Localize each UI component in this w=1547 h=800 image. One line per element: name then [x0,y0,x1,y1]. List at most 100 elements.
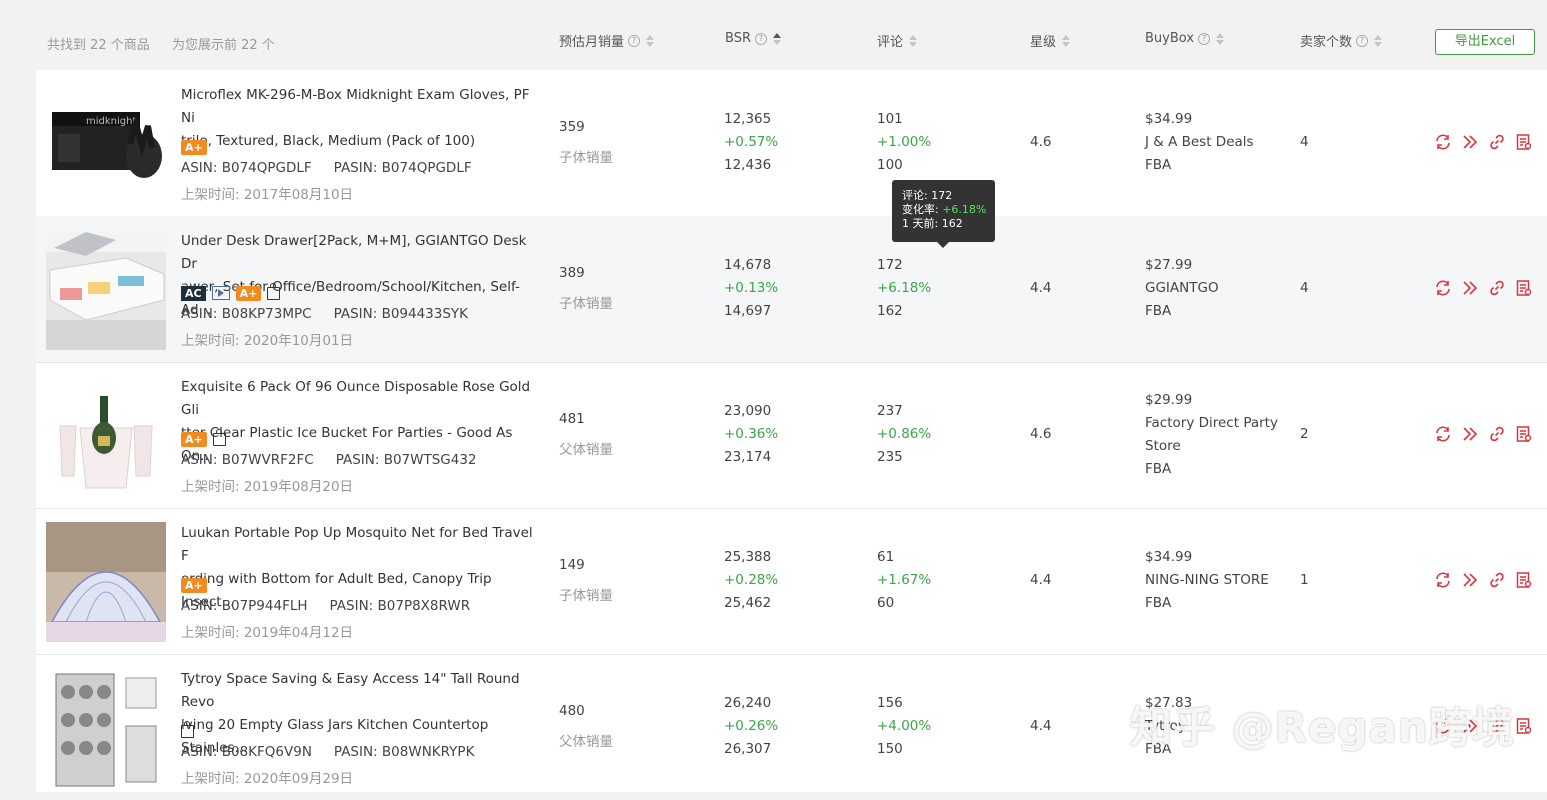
product-table: midknight Microflex MK-296-M-Box Midknig… [36,70,1547,792]
sales-value: 359 [559,119,585,135]
report-icon[interactable] [1515,425,1533,443]
help-icon[interactable]: ? [1356,34,1369,47]
result-summary: 共找到 22 个商品 为您展示前 22 个 [47,34,293,53]
double-chevron-right-icon[interactable] [1461,133,1479,151]
product-title[interactable]: Microflex MK-296-M-Box Midknight Exam Gl… [181,84,541,153]
bsr-change: +0.28% [724,572,779,588]
reviews-value: 61 [877,549,895,565]
badge-group: AC A+ [181,282,286,301]
asin[interactable]: ASIN: B08KFQ6V9N [181,744,312,760]
reviews-cell[interactable]: 237 +0.86% 235 [877,400,931,469]
reviews-value: 172 [877,257,903,273]
badge-group: A+ [181,577,213,593]
reviews-value: 237 [877,403,903,419]
refresh-icon[interactable] [1434,279,1452,297]
bsr-change: +0.57% [724,134,779,150]
reviews-cell[interactable]: 172 +6.18% 162 [877,254,931,323]
buybox-seller[interactable]: NING-NING STORE [1145,569,1269,592]
shopping-bag-icon [267,282,281,300]
link-icon[interactable] [1488,133,1506,151]
reviews-change: +1.00% [877,134,932,150]
report-icon[interactable] [1515,279,1533,297]
sort-icon[interactable] [909,34,918,47]
buybox-seller[interactable]: J & A Best Deals [1145,131,1254,154]
reviews-prev: 235 [877,449,903,465]
buybox-seller-cont: Store [1145,438,1181,454]
table-row: midknight Microflex MK-296-M-Box Midknig… [36,70,1547,217]
double-chevron-right-icon[interactable] [1461,279,1479,297]
pasin[interactable]: PASIN: B074QPGDLF [334,160,472,176]
row-actions [1434,571,1542,589]
pasin[interactable]: PASIN: B07P8X8RWR [330,598,471,614]
asin[interactable]: ASIN: B07P944FLH [181,598,308,614]
header-buybox[interactable]: BuyBox? [1145,31,1225,46]
asin-line: ASIN: B074QPGDLF PASIN: B074QPGDLF [181,160,472,176]
fulfillment: FBA [1145,595,1172,611]
header-label: 评论 [877,35,904,50]
double-chevron-right-icon[interactable] [1461,571,1479,589]
table-row: Luukan Portable Pop Up Mosquito Net for … [36,508,1547,655]
bsr-prev: 14,697 [724,303,772,319]
bsr-cell: 23,090 +0.36% 23,174 [724,400,778,469]
buybox-seller[interactable]: Factory Direct Party [1145,412,1278,435]
help-icon[interactable]: ? [1198,32,1211,45]
link-icon[interactable] [1488,279,1506,297]
link-icon[interactable] [1488,425,1506,443]
bsr-cell: 12,365 +0.57% 12,436 [724,108,778,177]
help-icon[interactable]: ? [754,32,767,45]
reviews-cell[interactable]: 61 +1.67% 60 [877,546,931,615]
sort-icon[interactable] [772,32,781,45]
listing-date: 上架时间: 2019年04月12日 [181,625,354,641]
refresh-icon[interactable] [1434,133,1452,151]
sales-type: 子体销量 [559,150,613,166]
report-icon[interactable] [1515,717,1533,735]
pasin[interactable]: PASIN: B07WTSG432 [336,452,477,468]
product-image[interactable] [46,668,166,788]
monthly-sales: 389 子体销量 [559,262,613,316]
report-icon[interactable] [1515,571,1533,589]
refresh-icon[interactable] [1434,571,1452,589]
monthly-sales: 149 子体销量 [559,554,613,608]
title-line: trile, Textured, Black, Medium (Pack of … [181,133,476,149]
reviews-cell[interactable]: 101 +1.00% 100 [877,108,931,177]
reviews-cell[interactable]: 156 +4.00% 150 [877,692,931,761]
product-image[interactable]: midknight [46,84,166,204]
asin-line: ASIN: B07P944FLH PASIN: B07P8X8RWR [181,598,470,614]
product-image[interactable] [46,230,166,350]
seller-count: 1 [1300,572,1309,588]
refresh-icon[interactable] [1434,425,1452,443]
sort-icon[interactable] [1062,34,1071,47]
link-icon[interactable] [1488,571,1506,589]
sort-icon[interactable] [1216,32,1225,45]
header-reviews[interactable]: 评论 [877,31,918,50]
bsr-value: 25,388 [724,549,772,565]
header-rating[interactable]: 星级 [1030,31,1071,50]
export-excel-button[interactable]: 导出Excel [1435,29,1535,55]
sales-type: 子体销量 [559,296,613,312]
sort-icon[interactable] [1374,34,1383,47]
badge-group: A+ [181,428,232,447]
video-icon [211,286,230,300]
header-label: 卖家个数 [1300,35,1353,50]
header-bsr[interactable]: BSR? [725,31,781,46]
reviews-change: +0.86% [877,426,932,442]
row-actions [1434,133,1542,151]
tooltip-prev: 1 天前: 162 [902,217,963,230]
header-monthly-sales[interactable]: 预估月销量? [559,31,655,50]
sort-icon[interactable] [646,34,655,47]
asin[interactable]: ASIN: B074QPGDLF [181,160,312,176]
title-line: Under Desk Drawer[2Pack, M+M], GGIANTGO … [181,233,527,272]
buybox-seller[interactable]: GGIANTGO [1145,277,1219,300]
asin[interactable]: ASIN: B08KP73MPC [181,306,312,322]
help-icon[interactable]: ? [628,34,641,47]
header-sellers[interactable]: 卖家个数? [1300,31,1383,50]
product-image[interactable] [46,376,166,496]
asin[interactable]: ASIN: B07WVRF2FC [181,452,314,468]
double-chevron-right-icon[interactable] [1461,425,1479,443]
report-icon[interactable] [1515,133,1533,151]
listing-date: 上架时间: 2020年10月01日 [181,333,354,349]
product-image[interactable] [46,522,166,642]
pasin[interactable]: PASIN: B094433SYK [334,306,468,322]
tooltip-change-line: 变化率: +6.18% [902,203,995,217]
pasin[interactable]: PASIN: B08WNKRYPK [334,744,475,760]
